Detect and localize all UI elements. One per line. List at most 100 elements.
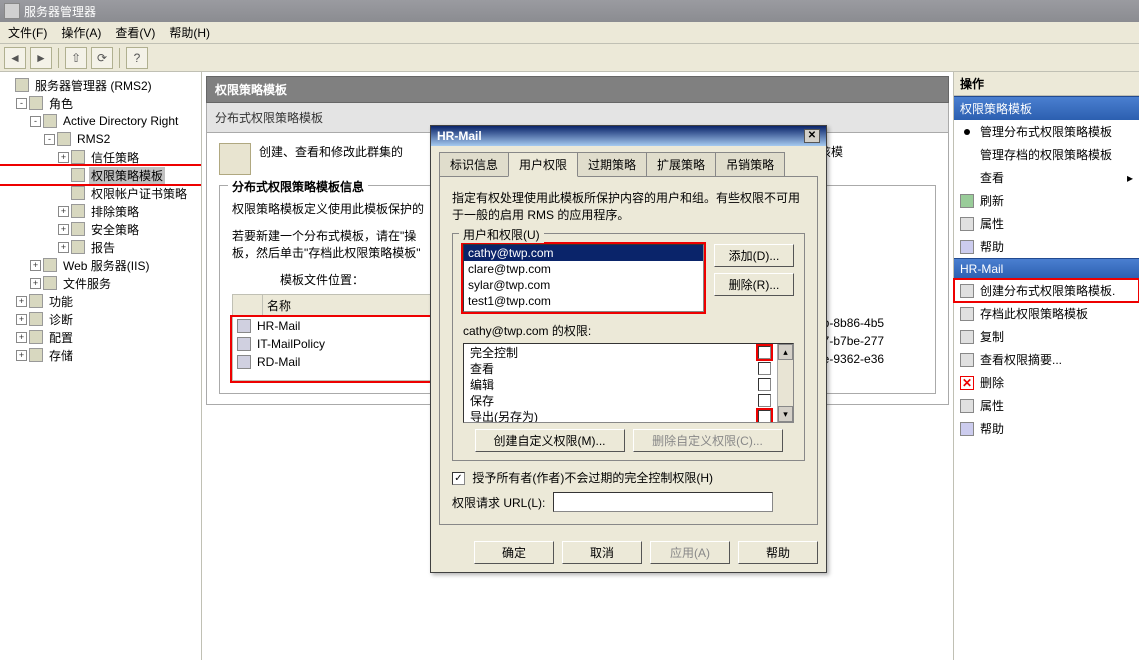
folder-icon: [71, 204, 85, 218]
up-button[interactable]: ⇧: [65, 47, 87, 69]
tab-expire[interactable]: 过期策略: [577, 152, 647, 176]
grant-owner-checkbox[interactable]: ✓: [452, 472, 465, 485]
expand-icon[interactable]: +: [30, 278, 41, 289]
ok-button[interactable]: 确定: [474, 541, 554, 564]
add-button[interactable]: 添加(D)...: [714, 244, 794, 267]
perm-checkbox[interactable]: [758, 346, 771, 359]
perm-row[interactable]: 导出(另存为): [464, 408, 777, 422]
expand-icon[interactable]: +: [58, 242, 69, 253]
forward-button[interactable]: ►: [30, 47, 52, 69]
menu-view[interactable]: 查看(V): [111, 22, 159, 43]
close-button[interactable]: ✕: [804, 129, 820, 143]
action-refresh[interactable]: 刷新: [954, 189, 1139, 212]
scroll-track[interactable]: [778, 360, 793, 406]
action-copy[interactable]: 复制: [954, 325, 1139, 348]
perm-row[interactable]: 保存: [464, 392, 777, 408]
tree-account-cert[interactable]: 权限帐户证书策略: [0, 184, 201, 202]
action-item[interactable]: 查看▸: [954, 166, 1139, 189]
tree-rms2[interactable]: -RMS2: [0, 130, 201, 148]
user-row[interactable]: cathy@twp.com: [464, 245, 703, 261]
refresh-button[interactable]: ⟳: [91, 47, 113, 69]
collapse-icon[interactable]: -: [44, 134, 55, 145]
action-delete[interactable]: ✕删除: [954, 371, 1139, 394]
expand-icon[interactable]: +: [16, 350, 27, 361]
tree-diagnostics[interactable]: +诊断: [0, 310, 201, 328]
expand-icon[interactable]: +: [16, 314, 27, 325]
tree-iis[interactable]: +Web 服务器(IIS): [0, 256, 201, 274]
tree-security[interactable]: +安全策略: [0, 220, 201, 238]
tree-policy-templates[interactable]: 权限策略模板: [0, 166, 201, 184]
expand-icon[interactable]: +: [58, 152, 69, 163]
dialog-titlebar[interactable]: HR-Mail ✕: [431, 126, 826, 146]
cancel-button[interactable]: 取消: [562, 541, 642, 564]
permission-listbox[interactable]: 完全控制 查看 编辑 保存 导出(另存为) ▴ ▾: [463, 343, 794, 423]
list-item[interactable]: HR-Mail: [233, 317, 431, 335]
collapse-icon[interactable]: -: [30, 116, 41, 127]
action-properties[interactable]: 属性: [954, 394, 1139, 417]
expand-icon[interactable]: +: [58, 224, 69, 235]
tree-reports[interactable]: +报告: [0, 238, 201, 256]
action-help[interactable]: 帮助: [954, 235, 1139, 258]
tree-fileservice[interactable]: +文件服务: [0, 274, 201, 292]
tab-revoke[interactable]: 吊销策略: [715, 152, 785, 176]
tab-identify[interactable]: 标识信息: [439, 152, 509, 176]
action-help[interactable]: 帮助: [954, 417, 1139, 440]
scrollbar[interactable]: ▴ ▾: [777, 344, 793, 422]
perm-row[interactable]: 查看: [464, 360, 777, 376]
tab-extend[interactable]: 扩展策略: [646, 152, 716, 176]
action-summary[interactable]: 查看权限摘要...: [954, 348, 1139, 371]
list-item[interactable]: RD-Mail: [233, 353, 431, 371]
help-button[interactable]: ?: [126, 47, 148, 69]
col-name[interactable]: 名称: [263, 295, 431, 316]
list-item[interactable]: IT-MailPolicy: [233, 335, 431, 353]
create-custom-button[interactable]: 创建自定义权限(M)...: [475, 429, 625, 452]
perm-checkbox[interactable]: [758, 410, 771, 423]
permissions-for-label: cathy@twp.com 的权限:: [463, 322, 794, 339]
panel-desc: 创建、查看和修改此群集的: [259, 145, 403, 159]
menu-action[interactable]: 操作(A): [57, 22, 105, 43]
tree-storage[interactable]: +存储: [0, 346, 201, 364]
expand-icon[interactable]: +: [16, 332, 27, 343]
expand-icon[interactable]: +: [30, 260, 41, 271]
expand-icon[interactable]: +: [58, 206, 69, 217]
template-listbox[interactable]: HR-Mail IT-MailPolicy RD-Mail: [232, 317, 432, 381]
perm-row[interactable]: 完全控制: [464, 344, 777, 360]
back-button[interactable]: ◄: [4, 47, 26, 69]
action-properties[interactable]: 属性: [954, 212, 1139, 235]
action-item[interactable]: 管理存档的权限策略模板: [954, 143, 1139, 166]
tree-adrms[interactable]: -Active Directory Right: [0, 112, 201, 130]
tree-config[interactable]: +配置: [0, 328, 201, 346]
url-input[interactable]: [553, 492, 773, 512]
perm-checkbox[interactable]: [758, 394, 771, 407]
expand-icon[interactable]: +: [16, 296, 27, 307]
user-row[interactable]: sylar@twp.com: [464, 277, 703, 293]
action-archive[interactable]: 存档此权限策略模板: [954, 302, 1139, 325]
group-title: 分布式权限策略模板信息: [228, 178, 368, 195]
menu-help[interactable]: 帮助(H): [165, 22, 214, 43]
menu-file[interactable]: 文件(F): [4, 22, 51, 43]
scroll-down-icon[interactable]: ▾: [778, 406, 793, 422]
bullet-icon: [964, 129, 970, 135]
user-row[interactable]: clare@twp.com: [464, 261, 703, 277]
user-row[interactable]: test1@twp.com: [464, 293, 703, 309]
tab-user-permissions[interactable]: 用户权限: [508, 152, 578, 177]
tree-exclude[interactable]: +排除策略: [0, 202, 201, 220]
perm-checkbox[interactable]: [758, 362, 771, 375]
tree-roles[interactable]: -角色: [0, 94, 201, 112]
dialog-instruction: 指定有权处理使用此模板所保护内容的用户和组。有些权限不可用于一般的启用 RMS …: [452, 189, 805, 223]
action-create-template[interactable]: 创建分布式权限策略模板.: [954, 279, 1139, 302]
tree-features[interactable]: +功能: [0, 292, 201, 310]
perm-row[interactable]: 编辑: [464, 376, 777, 392]
nav-tree[interactable]: 服务器管理器 (RMS2) -角色 -Active Directory Righ…: [0, 72, 202, 660]
tree-root[interactable]: 服务器管理器 (RMS2): [0, 76, 201, 94]
user-listbox[interactable]: cathy@twp.com clare@twp.com sylar@twp.co…: [463, 244, 704, 312]
help-button[interactable]: 帮助: [738, 541, 818, 564]
scroll-up-icon[interactable]: ▴: [778, 344, 793, 360]
perm-checkbox[interactable]: [758, 378, 771, 391]
tree-trust[interactable]: +信任策略: [0, 148, 201, 166]
remove-button[interactable]: 删除(R)...: [714, 273, 794, 296]
action-item[interactable]: 管理分布式权限策略模板: [954, 120, 1139, 143]
chevron-right-icon: ▸: [1127, 171, 1133, 185]
collapse-icon[interactable]: -: [16, 98, 27, 109]
panel-title: 权限策略模板: [206, 76, 949, 103]
